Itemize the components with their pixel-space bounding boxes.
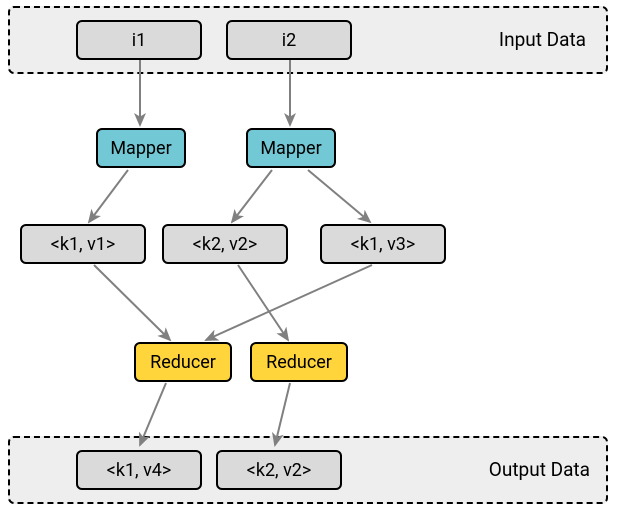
node-i1: i1	[76, 20, 202, 60]
node-label: <k1, v4>	[107, 460, 172, 481]
node-reducer-2: Reducer	[250, 342, 348, 382]
node-out2: <k2, v2>	[216, 450, 342, 490]
node-mapper-1: Mapper	[96, 128, 186, 168]
node-reducer-1: Reducer	[134, 342, 232, 382]
edge-mapper2-kv3	[308, 170, 370, 222]
node-kv2: <k2, v2>	[162, 224, 288, 264]
node-i2: i2	[226, 20, 352, 60]
node-label: Reducer	[266, 352, 332, 373]
mapreduce-diagram: Input Data Output Data	[0, 0, 624, 512]
node-label: i2	[282, 30, 297, 51]
node-label: <k2, v2>	[193, 234, 258, 255]
node-kv1: <k1, v1>	[20, 224, 146, 264]
edge-kv1-reducer1	[94, 265, 170, 340]
node-kv3: <k1, v3>	[320, 224, 446, 264]
node-out1: <k1, v4>	[76, 450, 202, 490]
edge-kv3-reducer1	[206, 265, 372, 340]
output-data-label: Output Data	[489, 458, 590, 481]
edge-mapper2-kv2	[232, 170, 272, 222]
node-label: Reducer	[150, 352, 216, 373]
edge-mapper1-kv1	[89, 170, 128, 222]
node-mapper-2: Mapper	[246, 128, 336, 168]
node-label: Mapper	[260, 138, 321, 159]
node-label: <k1, v1>	[51, 234, 116, 255]
node-label: <k2, v2>	[247, 460, 312, 481]
input-data-label: Input Data	[499, 28, 586, 51]
node-label: Mapper	[110, 138, 171, 159]
node-label: <k1, v3>	[351, 234, 416, 255]
edge-kv2-reducer2	[238, 265, 288, 340]
node-label: i1	[132, 30, 147, 51]
